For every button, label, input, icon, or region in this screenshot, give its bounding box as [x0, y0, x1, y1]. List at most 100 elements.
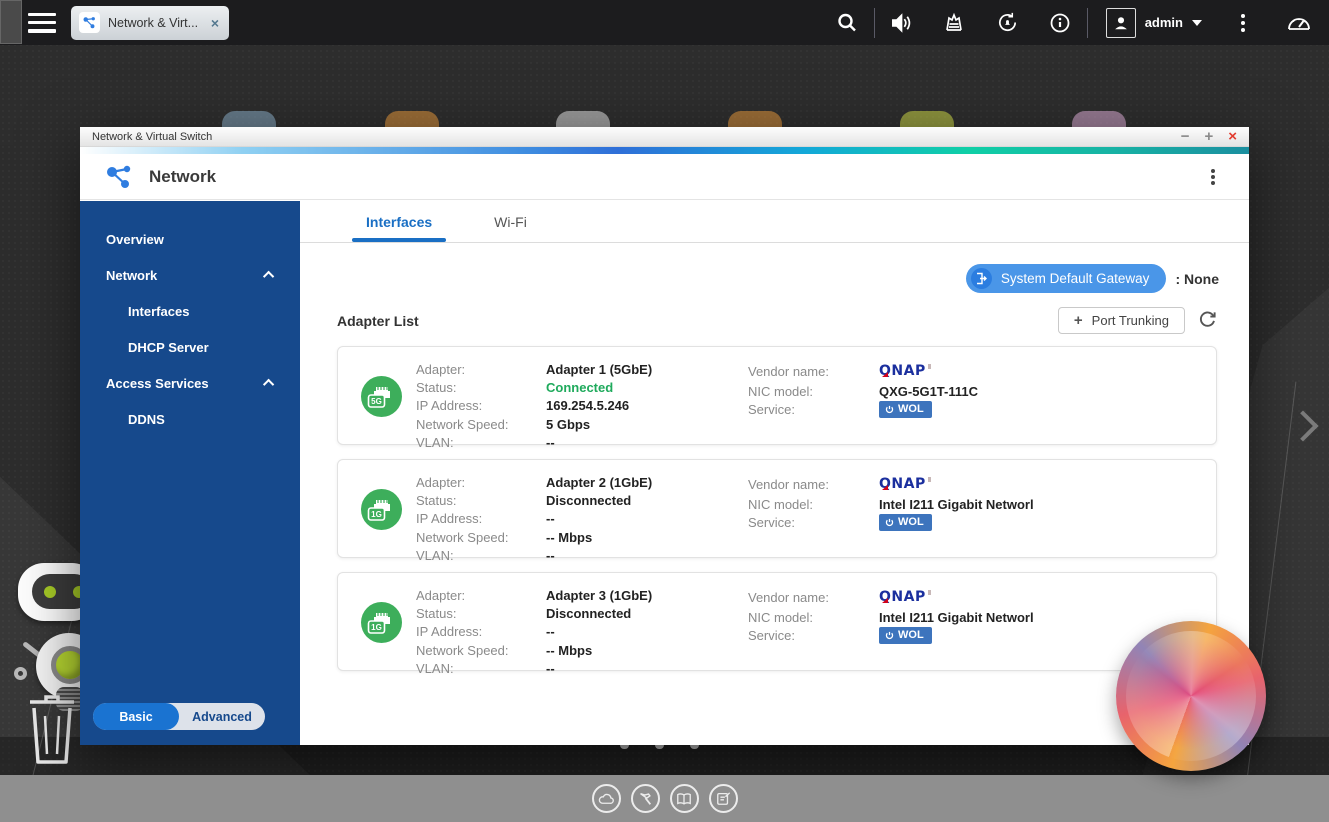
wol-badge: WOL	[879, 401, 932, 418]
nic-model: Intel I211 Gigabit Networl	[879, 608, 1034, 626]
gateway-button-label: System Default Gateway	[1001, 271, 1150, 286]
open-app-tab[interactable]: Network & Virt... ×	[71, 6, 229, 40]
volume-icon[interactable]	[875, 0, 928, 45]
sidebar-item-overview[interactable]: Overview	[80, 221, 300, 257]
sidebar: Overview Network Interfaces DHCP Server …	[80, 201, 300, 745]
top-bar: Network & Virt... ×	[0, 0, 1329, 45]
field-labels: Adapter:Status:IP Address:Network Speed:…	[416, 473, 509, 564]
field-values: Adapter 2 (1GbE) Disconnected -- -- Mbps…	[546, 473, 652, 564]
adapter-speed: 5 Gbps	[546, 415, 652, 433]
page-title: Network	[149, 167, 216, 187]
adapter-list-title: Adapter List	[337, 313, 419, 329]
svg-text:1G: 1G	[371, 510, 382, 519]
sidebar-item-network[interactable]: Network	[80, 257, 300, 293]
field-labels: Adapter:Status:IP Address:Network Speed:…	[416, 360, 509, 451]
background-tasks-icon[interactable]	[928, 0, 981, 45]
header-more-icon[interactable]	[1211, 175, 1229, 179]
adapter-name: Adapter 1 (5GbE)	[546, 360, 652, 378]
port-trunking-label: Port Trunking	[1092, 313, 1169, 328]
sidebar-item-interfaces[interactable]: Interfaces	[80, 293, 300, 329]
advanced-toggle-button[interactable]: Advanced	[179, 703, 265, 730]
user-icon	[1106, 8, 1136, 38]
tab-bar: Interfaces Wi-Fi	[300, 201, 1249, 243]
adapter-speed: -- Mbps	[546, 641, 652, 659]
adapter-1g-icon: 1G	[361, 489, 402, 530]
basic-advanced-toggle: Basic Advanced	[93, 703, 265, 730]
adapter-ip: 169.254.5.246	[546, 397, 652, 415]
adapter-card-3: 1G Adapter:Status:IP Address:Network Spe…	[337, 572, 1217, 671]
bottom-dock	[0, 775, 1329, 822]
field-labels: Vendor name:NIC model:Service:	[748, 473, 829, 532]
field-values: QNAP QXG-5G1T-111C WOL	[879, 360, 978, 419]
system-default-gateway-button[interactable]: System Default Gateway	[966, 264, 1167, 293]
chevron-up-icon	[263, 271, 274, 282]
nic-model: QXG-5G1T-111C	[879, 382, 978, 400]
user-menu[interactable]: admin	[1088, 8, 1216, 38]
window-title: Network & Virtual Switch	[92, 131, 212, 143]
watermark-logo	[1116, 621, 1266, 771]
nic-model: Intel I211 Gigabit Networl	[879, 495, 1034, 513]
wol-badge: WOL	[879, 627, 932, 644]
sidebar-item-dhcp-server[interactable]: DHCP Server	[80, 329, 300, 365]
chevron-up-icon	[263, 379, 274, 390]
adapter-status: Connected	[546, 378, 652, 396]
basic-toggle-button[interactable]: Basic	[93, 703, 179, 730]
main-menu-icon[interactable]	[28, 13, 56, 33]
book-icon[interactable]	[670, 784, 699, 813]
header-gradient-bar	[80, 147, 1249, 154]
qnap-vendor-logo: QNAP	[879, 589, 926, 605]
top-bar-actions: admin	[821, 0, 1329, 45]
gateway-value: : None	[1175, 271, 1219, 287]
adapter-5g-icon: 5G	[361, 376, 402, 417]
adapter-list: 5G Adapter:Status:IP Address:Network Spe…	[337, 346, 1217, 671]
tab-title: Network & Virt...	[108, 16, 203, 30]
plus-icon: +	[1074, 312, 1083, 329]
tab-interfaces[interactable]: Interfaces	[352, 201, 446, 242]
tab-close-icon[interactable]: ×	[211, 15, 219, 31]
adapter-name: Adapter 3 (1GbE)	[546, 586, 652, 604]
adapter-speed: -- Mbps	[546, 528, 652, 546]
dashboard-gauge-icon[interactable]	[1269, 0, 1329, 45]
search-icon[interactable]	[821, 0, 874, 45]
sidebar-item-ddns[interactable]: DDNS	[80, 401, 300, 437]
tools-hammer-icon[interactable]	[631, 784, 660, 813]
refresh-icon[interactable]	[1198, 309, 1217, 333]
wol-badge: WOL	[879, 514, 932, 531]
window-title-bar[interactable]: Network & Virtual Switch − + ×	[80, 127, 1249, 147]
adapter-card-2: 1G Adapter:Status:IP Address:Network Spe…	[337, 459, 1217, 558]
cloud-icon[interactable]	[592, 784, 621, 813]
adapter-vlan: --	[546, 433, 652, 451]
network-virtual-switch-window: Network & Virtual Switch − + × Network O…	[80, 127, 1249, 745]
maximize-icon[interactable]: +	[1204, 129, 1213, 144]
tab-wifi[interactable]: Wi-Fi	[480, 201, 541, 242]
qnap-vendor-logo: QNAP	[879, 363, 926, 379]
more-options-icon[interactable]	[1216, 0, 1269, 45]
svg-text:5G: 5G	[371, 397, 382, 406]
adapter-list-header: Adapter List + Port Trunking	[337, 307, 1217, 334]
adapter-name: Adapter 2 (1GbE)	[546, 473, 652, 491]
port-trunking-button[interactable]: + Port Trunking	[1058, 307, 1185, 334]
field-labels: Vendor name:NIC model:Service:	[748, 586, 829, 645]
svg-text:1G: 1G	[371, 623, 382, 632]
close-icon[interactable]: ×	[1228, 129, 1237, 144]
adapter-1g-icon: 1G	[361, 602, 402, 643]
recycle-bin-icon[interactable]	[22, 688, 82, 773]
chevron-down-icon	[1192, 20, 1202, 26]
adapter-vlan: --	[546, 546, 652, 564]
adapter-status: Disconnected	[546, 604, 652, 622]
app-header: Network	[80, 154, 1249, 200]
notes-icon[interactable]	[709, 784, 738, 813]
sidebar-item-access-services[interactable]: Access Services	[80, 365, 300, 401]
field-values: Adapter 3 (1GbE) Disconnected -- -- Mbps…	[546, 586, 652, 677]
minimize-icon[interactable]: −	[1181, 129, 1190, 144]
network-app-icon	[104, 163, 134, 191]
adapter-ip: --	[546, 623, 652, 641]
corner-tile	[0, 0, 22, 44]
qnap-vendor-logo: QNAP	[879, 476, 926, 492]
field-values: Adapter 1 (5GbE) Connected 169.254.5.246…	[546, 360, 652, 451]
info-icon[interactable]	[1034, 0, 1087, 45]
adapter-status: Disconnected	[546, 491, 652, 509]
gateway-row: System Default Gateway : None	[337, 264, 1219, 293]
field-labels: Adapter:Status:IP Address:Network Speed:…	[416, 586, 509, 677]
notifications-sync-icon[interactable]	[981, 0, 1034, 45]
